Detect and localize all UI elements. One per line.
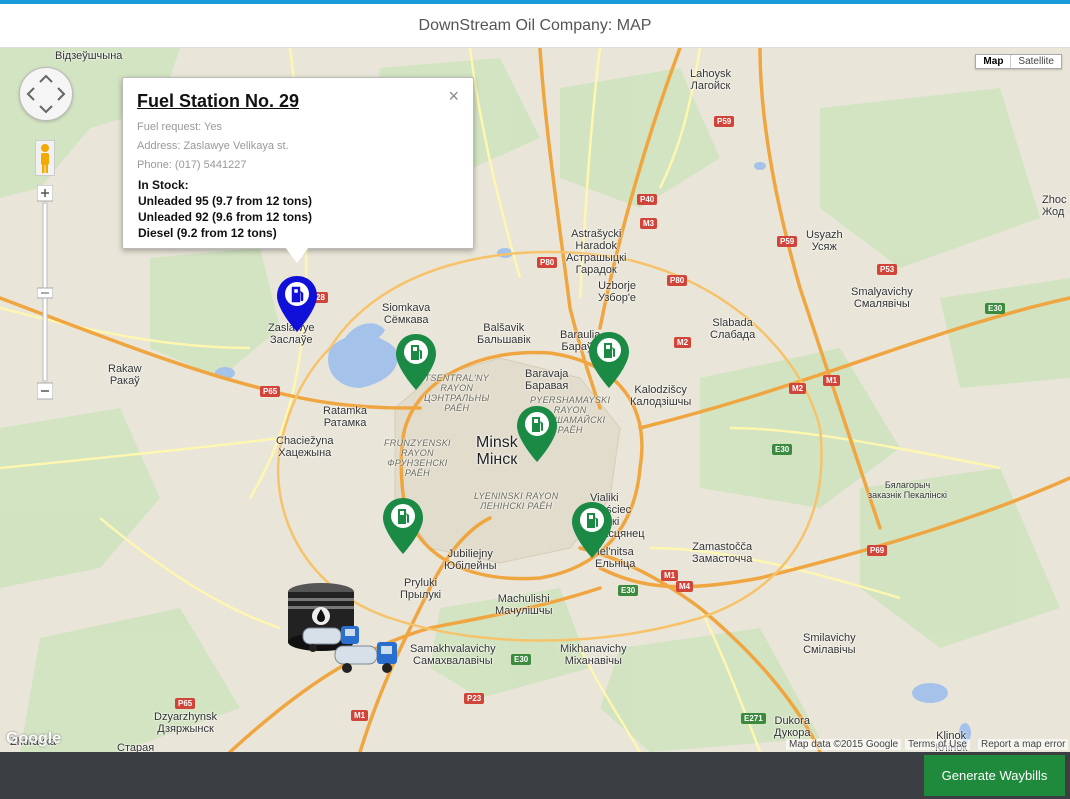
station-info-window: Fuel Station No. 29 × Fuel request: Yes … xyxy=(122,77,474,263)
phone-text: Phone: (017) 5441227 xyxy=(137,159,247,171)
label-jubiliejny: Jubiliejny Юбілейны xyxy=(444,548,497,572)
map-type-satellite-button[interactable]: Satellite xyxy=(1011,55,1061,68)
fuel-station-marker[interactable] xyxy=(587,330,631,390)
fuel-station-marker-selected[interactable] xyxy=(275,274,319,334)
map-canvas[interactable]: Відзеўшчына Lahoysk Лагойск Zhoc Жод Ast… xyxy=(0,48,1070,752)
label-dukora: Dukora Дукора xyxy=(774,715,811,739)
road-shield-m1-2: M1 xyxy=(661,570,679,581)
generate-waybills-button[interactable]: Generate Waybills xyxy=(924,755,1065,796)
report-error-link[interactable]: Report a map error xyxy=(978,739,1069,750)
road-shield-m1: M1 xyxy=(823,375,841,386)
label-usyazh: Usyazh Усяж xyxy=(806,229,843,253)
fuel-station-marker[interactable] xyxy=(570,500,614,560)
label-uzborje: Uzborje Узбор'е xyxy=(598,280,637,304)
road-shield-p40: P40 xyxy=(637,194,658,205)
label-zhodzina: Zhoc Жод xyxy=(1042,194,1067,218)
label-pryluki: Pryluki Прылукі xyxy=(400,577,442,601)
address-text: Address: Zaslawye Velikaya st. xyxy=(137,140,289,152)
road-shield-p53: P53 xyxy=(877,264,898,275)
label-balshavik: Balšavik Бальшавік xyxy=(477,322,531,346)
label-kalodzishchy: Kalodzišcy Калодзішчы xyxy=(630,384,692,408)
footer-bar: Generate Waybills xyxy=(0,752,1070,799)
fuel-station-marker[interactable] xyxy=(394,332,438,392)
oil-depot-marker[interactable] xyxy=(285,578,401,674)
road-shield-p80: P80 xyxy=(537,257,558,268)
zoom-in-button[interactable] xyxy=(37,185,53,201)
tanker-truck-icon xyxy=(334,642,397,673)
label-rayon-lyeninski: LYENINSKI RAYON ЛЕНІНСКІ РАЁН xyxy=(474,491,559,511)
label-ratamka: Ratamka Ратамка xyxy=(323,405,368,429)
label-rayon-frunzyenski: FRUNZYENSKI RAYON ФРУНЗЕНСКІ РАЁН xyxy=(384,438,451,478)
google-logo: Google xyxy=(6,730,62,747)
pan-control[interactable] xyxy=(19,67,73,121)
page-title: DownStream Oil Company: MAP xyxy=(418,16,652,34)
label-baravaja: Baravaja Баравая xyxy=(525,368,569,392)
zoom-slider[interactable] xyxy=(37,288,53,298)
info-window-tail xyxy=(285,247,309,263)
road-shield-p65-2: P65 xyxy=(175,698,196,709)
fuel-station-marker[interactable] xyxy=(381,496,425,556)
label-siomkava: Siomkava Сёмкава xyxy=(382,302,431,326)
close-icon[interactable]: × xyxy=(448,86,459,107)
road-shield-p80-2: P80 xyxy=(667,275,688,286)
road-shield-e271: E271 xyxy=(741,713,766,724)
label-mikhanavichy: Mikhanavichy Міханавічы xyxy=(560,643,627,667)
terms-link[interactable]: Terms of Use xyxy=(905,739,970,750)
stock-item: Diesel (9.2 from 12 tons) xyxy=(138,226,277,240)
map-data-attribution: Map data ©2015 Google xyxy=(786,739,902,750)
road-shield-e30: E30 xyxy=(985,303,1006,314)
label-pekalinski: Бялагорыч заказнік Пекалінскі xyxy=(868,480,947,500)
label-smilavichy: Smilavichy Смілавічы xyxy=(803,632,856,656)
pan-arrows-icon xyxy=(26,74,66,114)
label-machulishchy: Machulishi Мачулішчы xyxy=(495,593,553,617)
road-shield-p59: P59 xyxy=(714,116,735,127)
label-astrashycki: Astrašycki Haradok Астрашыцкі Гарадок xyxy=(566,228,627,276)
label-chaciezhyna: Chaciežyna Хацежына xyxy=(276,435,334,459)
station-title-link[interactable]: Fuel Station No. 29 xyxy=(137,91,299,112)
label-vidzeyshchyna: Відзеўшчына xyxy=(55,50,123,62)
label-minsk: Minsk Мінск xyxy=(476,434,518,468)
stock-item: Unleaded 92 (9.6 from 12 tons) xyxy=(138,210,313,224)
fuel-station-marker[interactable] xyxy=(515,404,559,464)
label-staraya: Старая xyxy=(117,742,155,752)
map-type-control: Map Satellite xyxy=(975,54,1062,69)
road-shield-m2: M2 xyxy=(674,337,692,348)
label-lahoysk: Lahoysk Лагойск xyxy=(690,68,731,92)
map-type-map-button[interactable]: Map xyxy=(976,55,1012,68)
pegman-icon xyxy=(41,144,49,173)
stock-item: Unleaded 95 (9.7 from 12 tons) xyxy=(138,194,313,208)
road-shield-p23: P23 xyxy=(464,693,485,704)
road-shield-m1-3: M1 xyxy=(351,710,369,721)
label-rakaw: Rakaw Ракаў xyxy=(108,363,142,387)
street-view-pegman[interactable] xyxy=(35,140,55,176)
label-zamastochcha: Zamastočča Замасточча xyxy=(692,541,753,565)
road-shield-m4: M4 xyxy=(676,581,694,592)
label-smalyavichy: Smalyavichy Смалявічы xyxy=(851,286,913,310)
page-header: DownStream Oil Company: MAP xyxy=(0,4,1070,48)
road-shield-e30-2: E30 xyxy=(772,444,793,455)
label-slabada: Slabada Слабада xyxy=(710,317,756,341)
road-shield-p65: P65 xyxy=(260,386,281,397)
road-shield-p59-2: P59 xyxy=(777,236,798,247)
road-shield-p69: P69 xyxy=(867,545,888,556)
in-stock-label: In Stock: xyxy=(138,178,189,192)
label-dzyarzhynsk: Dzyarzhynsk Дзяржынск xyxy=(154,711,217,735)
label-samakhvalavichy: Samakhvalavichy Самахвалавічы xyxy=(410,643,496,667)
fuel-request-text: Fuel request: Yes xyxy=(137,121,223,133)
zoom-out-button[interactable] xyxy=(37,383,53,399)
road-shield-m3: M3 xyxy=(640,218,658,229)
road-shield-e30-4: E30 xyxy=(511,654,532,665)
road-shield-e30-3: E30 xyxy=(618,585,639,596)
road-shield-m2-2: M2 xyxy=(789,383,807,394)
